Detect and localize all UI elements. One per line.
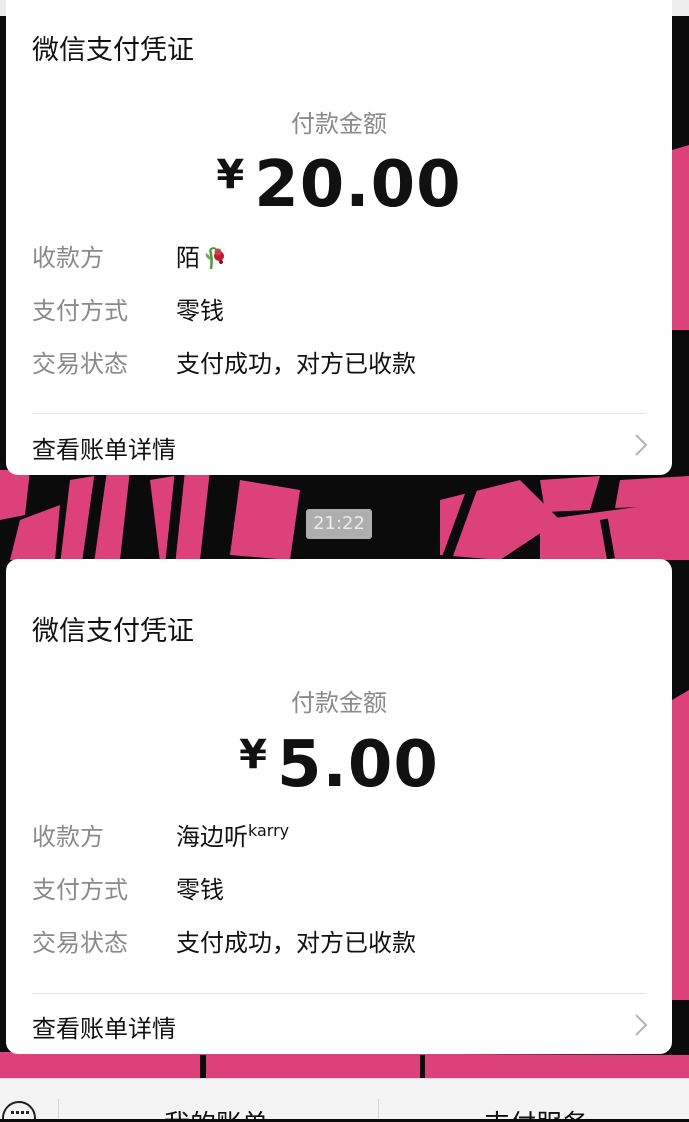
chevron-right-icon[interactable] (634, 1013, 648, 1037)
payment-receipt-card[interactable]: 微信支付凭证 付款金额 ¥20.00 收款方 陌 支付方式 零钱 交易状态 支付… (6, 0, 672, 475)
transaction-status-label: 交易状态 (32, 350, 128, 378)
transaction-status-value: 支付成功，对方已收款 (176, 929, 416, 957)
payee-value: 海边听karry (176, 817, 289, 852)
payment-method-value: 零钱 (176, 297, 224, 325)
receipt-title: 微信支付凭证 (32, 35, 194, 66)
payee-label: 收款方 (32, 823, 104, 851)
menu-separator (58, 1099, 59, 1119)
currency-symbol: ¥ (216, 152, 245, 198)
currency-symbol: ¥ (239, 732, 267, 778)
view-bill-details-link[interactable]: 查看账单详情 (32, 430, 176, 465)
wilted-rose-icon (202, 242, 228, 276)
payee-value: 陌 (176, 238, 228, 276)
payee-name: 海边听 (176, 823, 248, 851)
payee-name: 陌 (176, 244, 200, 272)
payment-method-label: 支付方式 (32, 876, 128, 904)
divider (32, 413, 646, 414)
amount-value: ¥20.00 (6, 148, 672, 222)
transaction-status-label: 交易状态 (32, 929, 128, 957)
payee-row: 收款方 陌 (32, 238, 652, 274)
payee-name-suffix: karry (248, 821, 290, 840)
payment-method-row: 支付方式 零钱 (32, 291, 652, 327)
chat-timestamp: 21:22 (306, 509, 372, 539)
menu-separator (378, 1099, 379, 1119)
transaction-status-row: 交易状态 支付成功，对方已收款 (32, 923, 652, 959)
bottom-menu-bar: 我的账单 支付服务 (0, 1078, 689, 1119)
payment-receipt-card[interactable]: 微信支付凭证 付款金额 ¥5.00 收款方 海边听karry 支付方式 零钱 交… (6, 559, 672, 1054)
payment-method-row: 支付方式 零钱 (32, 870, 652, 906)
chevron-right-icon[interactable] (634, 433, 648, 457)
amount-number: 5.00 (276, 728, 439, 802)
payee-label: 收款方 (32, 244, 104, 272)
menu-payment-services[interactable]: 支付服务 (484, 1104, 588, 1119)
transaction-status-row: 交易状态 支付成功，对方已收款 (32, 344, 652, 380)
amount-number: 20.00 (254, 148, 462, 222)
receipt-title: 微信支付凭证 (32, 616, 194, 647)
amount-label: 付款金额 (291, 110, 387, 138)
payee-row: 收款方 海边听karry (32, 817, 652, 853)
transaction-status-value: 支付成功，对方已收款 (176, 350, 416, 378)
view-bill-details-link[interactable]: 查看账单详情 (32, 1009, 176, 1044)
payment-method-label: 支付方式 (32, 297, 128, 325)
menu-my-bills[interactable]: 我的账单 (164, 1104, 268, 1119)
divider (32, 993, 646, 994)
amount-label: 付款金额 (291, 689, 387, 717)
keyboard-icon[interactable] (2, 1101, 36, 1119)
amount-value: ¥5.00 (6, 728, 672, 802)
payment-method-value: 零钱 (176, 876, 224, 904)
